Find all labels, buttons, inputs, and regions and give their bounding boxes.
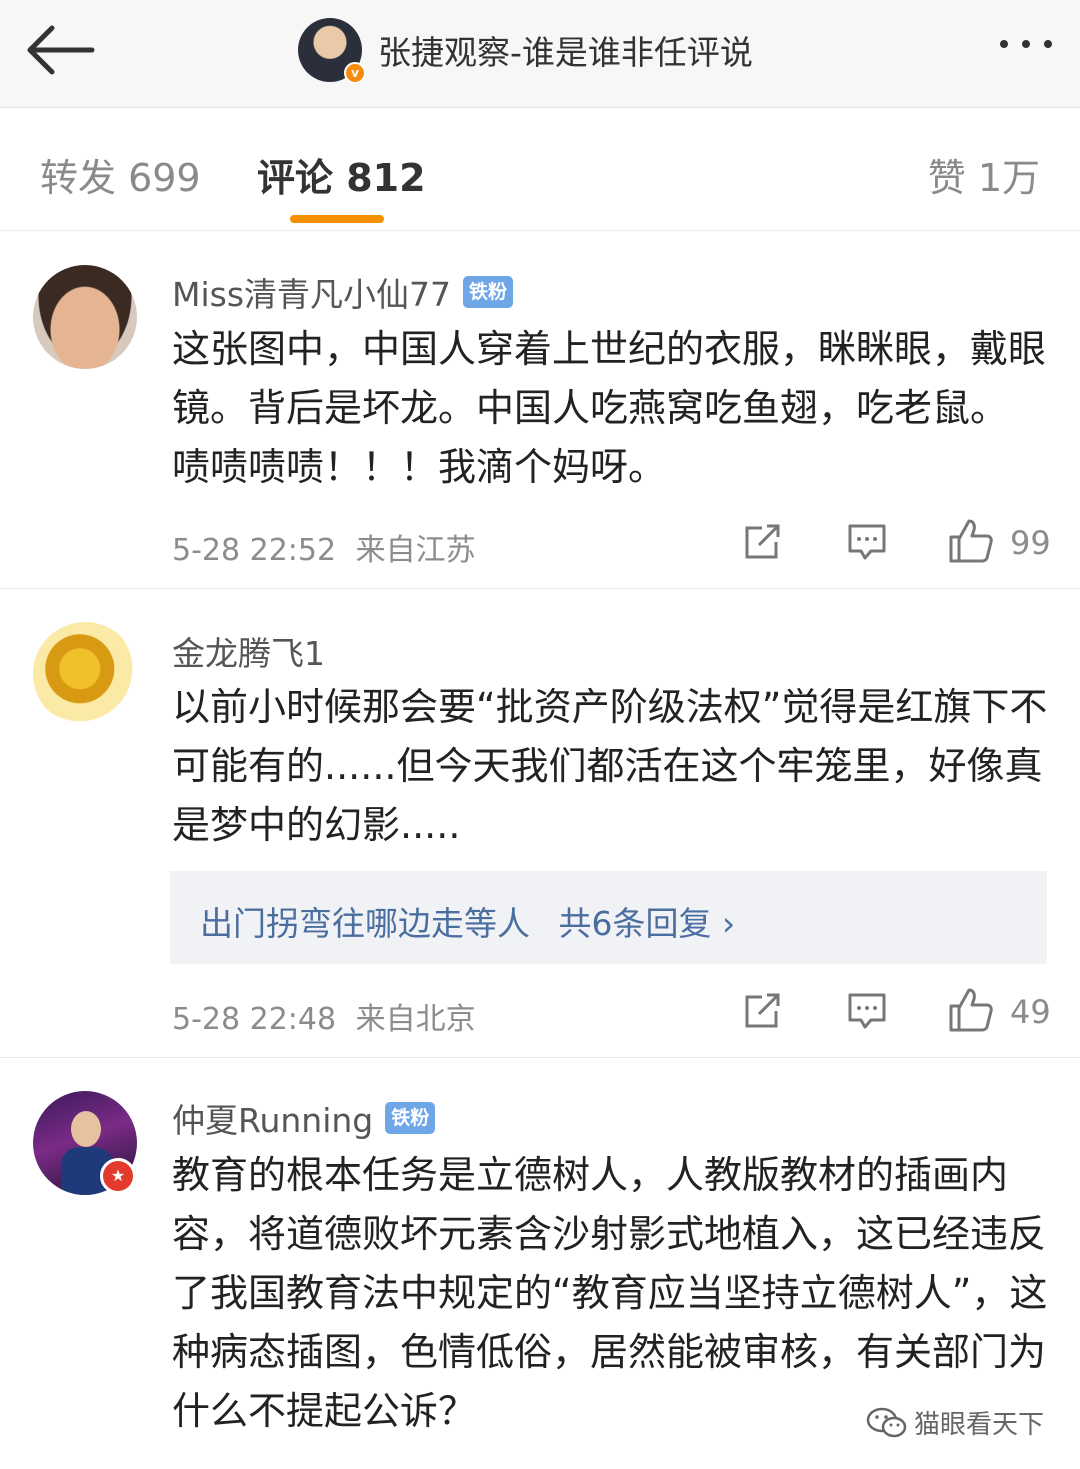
reply-preview-box[interactable]: 出门拐弯往哪边走等人 共6条回复 › — [170, 871, 1047, 964]
comment-meta: 5-28 22:48 来自北京 — [172, 994, 476, 1038]
reply-button[interactable] — [847, 523, 887, 565]
fan-badge: 铁粉 — [385, 1102, 436, 1134]
comment-text: 以前小时候那会要“批资产阶级法权”觉得是红旗下不可能有的......但今天我们都… — [172, 685, 1048, 847]
comment-icon — [848, 993, 886, 1029]
fan-badge: 铁粉 — [463, 276, 514, 308]
account-avatar[interactable]: v — [298, 18, 366, 84]
tab-likes[interactable]: 赞 1万 — [928, 147, 1040, 202]
like-count: 99 — [1010, 524, 1051, 562]
share-icon — [745, 993, 780, 1028]
tab-bar: 转发 699 评论 812 赞 1万 — [0, 109, 1080, 231]
reply-button[interactable] — [847, 992, 887, 1034]
back-button[interactable] — [26, 22, 96, 78]
comment-icon — [848, 524, 886, 560]
comment-location: 来自江苏 — [355, 533, 476, 568]
more-button[interactable] — [1000, 40, 1052, 48]
reply-preview-user: 出门拐弯往哪边走等人 — [200, 904, 530, 943]
comment-text: 这张图中，中国人穿着上世纪的衣服，眯眯眼，戴眼镜。背后是坏龙。中国人吃燕窝吃鱼翅… — [172, 327, 1047, 489]
comment-location: 来自北京 — [355, 1002, 476, 1037]
like-button[interactable] — [948, 518, 994, 568]
comment-time: 5-28 22:52 — [172, 533, 337, 568]
member-badge-icon: ★ — [100, 1158, 136, 1194]
comment-meta: 5-28 22:52 来自江苏 — [172, 525, 476, 569]
comment-username[interactable]: Miss清青凡小仙77 铁粉 — [172, 268, 514, 316]
comment-username[interactable]: 仲夏Running 铁粉 — [172, 1094, 436, 1142]
more-dots-icon — [1000, 40, 1008, 48]
like-button[interactable] — [948, 987, 994, 1037]
account-header[interactable]: v 张捷观察-谁是谁非任评说 — [298, 16, 753, 84]
verified-badge: v — [344, 62, 366, 84]
share-button[interactable] — [742, 522, 782, 566]
thumbs-up-icon — [949, 519, 993, 563]
comment-time: 5-28 22:48 — [172, 1002, 337, 1037]
comment-username[interactable]: 金龙腾飞1 — [172, 627, 325, 675]
reply-count-link[interactable]: 共6条回复 › — [559, 904, 736, 943]
active-tab-indicator — [290, 215, 384, 223]
tab-repost[interactable]: 转发 699 — [40, 147, 201, 202]
avatar[interactable] — [33, 622, 137, 726]
top-bar: v 张捷观察-谁是谁非任评说 — [0, 0, 1080, 108]
divider — [0, 588, 1080, 589]
share-icon — [745, 524, 780, 559]
like-count: 49 — [1010, 993, 1051, 1031]
thumbs-up-icon — [949, 988, 993, 1032]
account-title: 张捷观察-谁是谁非任评说 — [378, 33, 753, 72]
comment-text: 教育的根本任务是立德树人，人教版教材的插画内容，将道德败坏元素含沙射影式地植入，… — [172, 1153, 1048, 1433]
arrow-left-icon — [27, 25, 95, 75]
divider — [0, 1057, 1080, 1058]
share-button[interactable] — [742, 991, 782, 1035]
wechat-icon — [866, 1407, 907, 1437]
watermark: 猫眼看天下 — [866, 1404, 1044, 1441]
tab-comments[interactable]: 评论 812 — [257, 147, 426, 202]
avatar[interactable] — [33, 265, 137, 369]
